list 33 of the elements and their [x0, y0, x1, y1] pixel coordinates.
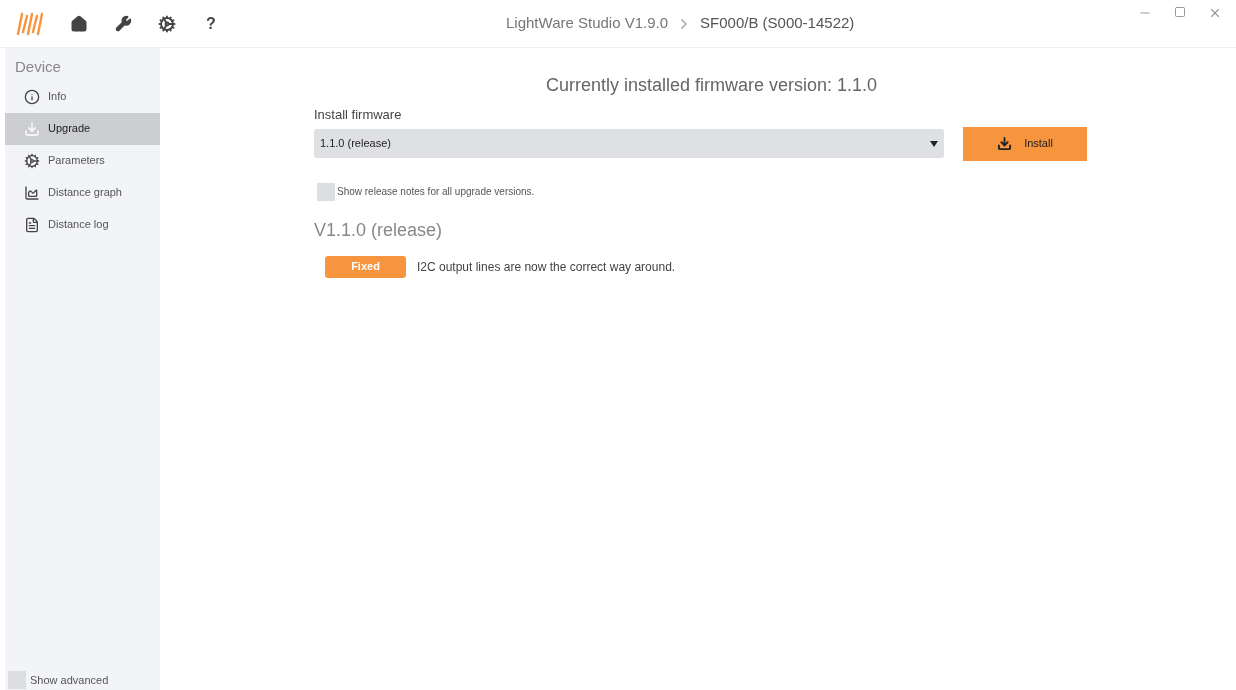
maximize-button[interactable]	[1174, 6, 1186, 18]
release-title: V1.1.0 (release)	[314, 218, 444, 242]
sidebar-item[interactable]: Info	[5, 80, 160, 113]
document-icon	[24, 216, 40, 233]
area-chart-icon	[24, 184, 40, 201]
release-notes-label: Show release notes for all upgrade versions.	[337, 185, 535, 199]
sidebar-item[interactable]: Upgrade	[5, 112, 160, 145]
device-title: SF000/B (S000-14522)	[700, 13, 855, 34]
sidebar-item[interactable]: Distance log	[5, 208, 160, 241]
firmware-select[interactable]: 1.1.0 (release)	[314, 129, 944, 158]
dropdown-caret-icon	[930, 140, 938, 147]
help-button[interactable]: ?	[199, 11, 223, 36]
install-button[interactable]: Install	[963, 126, 1087, 161]
home-icon	[70, 14, 88, 33]
note-text: I2C output lines are now the correct way around.	[417, 258, 676, 276]
gear-icon	[24, 152, 40, 169]
release-notes-checkbox[interactable]	[317, 182, 335, 201]
sidebar-item[interactable]: Distance graph	[5, 176, 160, 209]
installed-version: Currently installed firmware version: 1.1.0	[544, 74, 878, 97]
wrench-icon	[114, 15, 132, 32]
app-title: LightWare Studio V1.9.0	[506, 13, 669, 34]
download-icon	[24, 120, 40, 137]
note-tag: Fixed	[325, 255, 406, 278]
sidebar-item[interactable]: Parameters	[5, 144, 160, 177]
download-icon	[997, 136, 1013, 151]
info-icon	[24, 88, 40, 105]
show-advanced-label: Show advanced	[30, 672, 109, 688]
close-icon	[1208, 6, 1222, 20]
maximize-icon	[1174, 6, 1186, 18]
close-button[interactable]	[1208, 6, 1222, 20]
install-firmware-label: Install firmware	[314, 106, 403, 124]
gear-icon	[158, 14, 176, 33]
sidebar-heading: Device	[15, 57, 62, 77]
